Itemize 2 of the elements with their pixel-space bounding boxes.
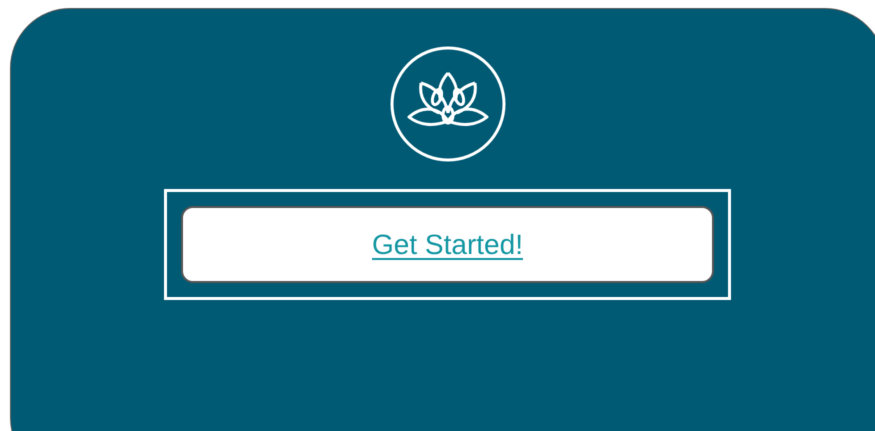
- lotus-logo-icon: [388, 45, 506, 163]
- get-started-button[interactable]: Get Started!: [181, 206, 714, 283]
